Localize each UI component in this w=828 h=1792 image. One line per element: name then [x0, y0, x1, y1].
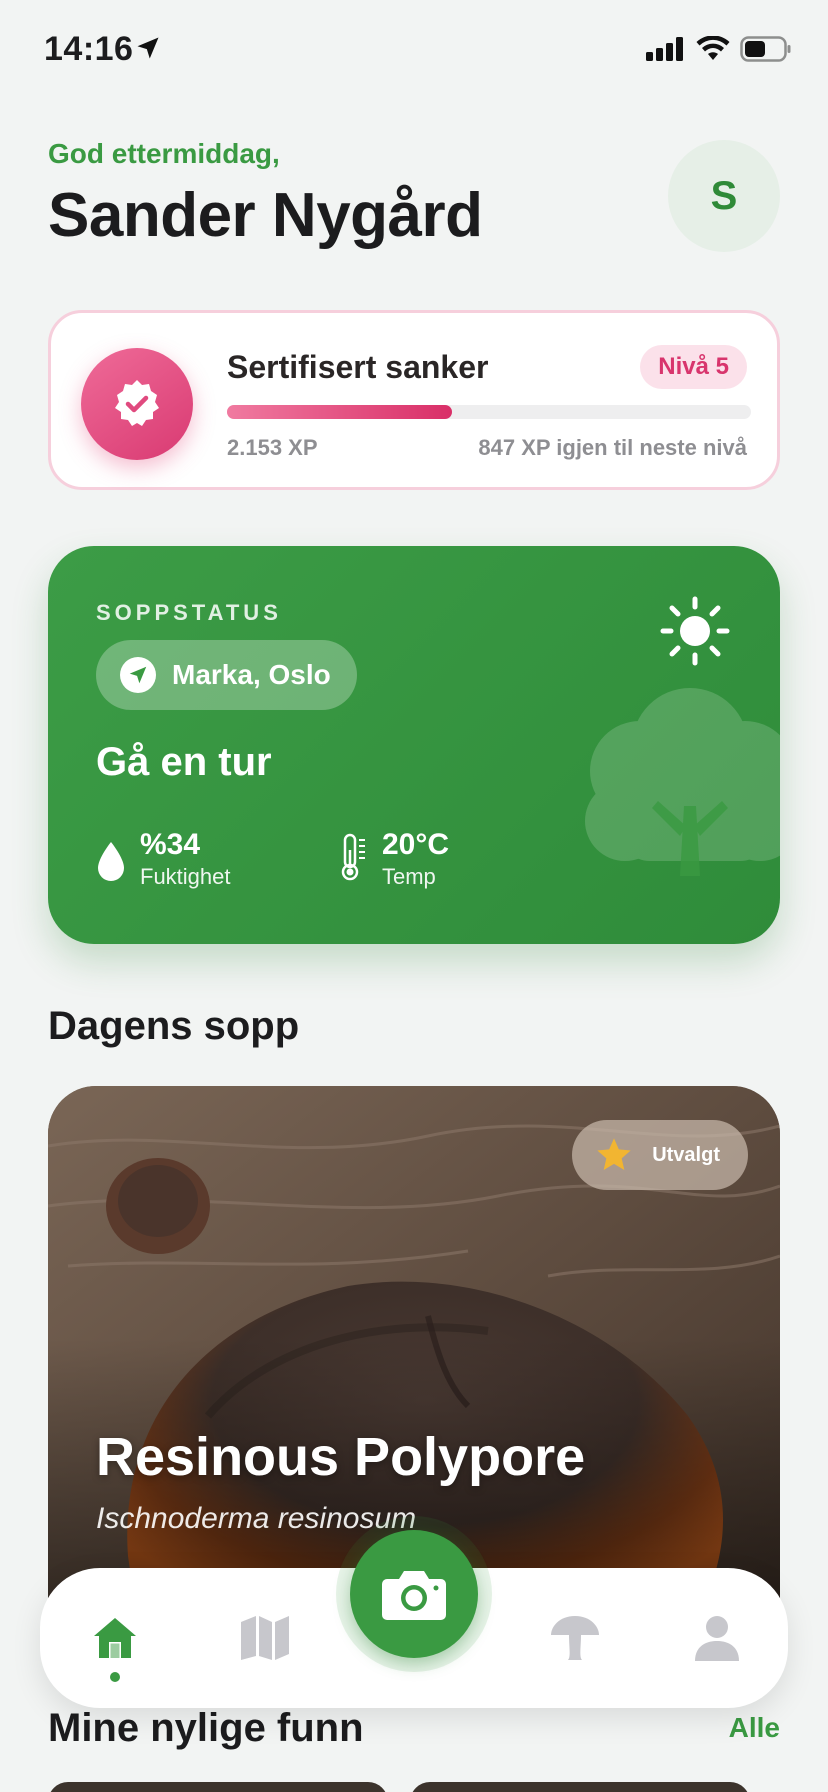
cellular-signal-icon: [646, 37, 683, 61]
star-icon: [597, 1138, 631, 1170]
humidity-label: Fuktighet: [140, 864, 231, 889]
thermometer-icon: [341, 833, 365, 881]
camera-icon: [382, 1571, 446, 1620]
level-badge: Nivå 5: [640, 345, 747, 389]
greeting-text: God ettermiddag,: [48, 138, 280, 169]
humidity-metric: %34 Fuktighet: [96, 828, 231, 892]
xp-current: 2.153 XP: [227, 435, 318, 460]
navigation-arrow-icon: [120, 657, 156, 693]
avatar-initial: S: [710, 173, 738, 218]
person-icon: [695, 1616, 739, 1661]
camera-button[interactable]: [350, 1530, 478, 1658]
featured-badge: Utvalgt: [572, 1120, 748, 1190]
mushroom-name: Resinous Polypore: [96, 1427, 586, 1487]
tab-map[interactable]: [210, 1568, 320, 1708]
humidity-value: %34: [140, 828, 201, 861]
battery-icon: [740, 36, 791, 62]
daily-mushroom-title: Dagens sopp: [48, 1004, 300, 1048]
status-time: 14:16: [44, 30, 134, 68]
recent-find-card[interactable]: [410, 1782, 750, 1792]
xp-remaining: 847 XP igjen til neste nivå: [478, 435, 747, 460]
tab-mushrooms[interactable]: [520, 1568, 630, 1708]
status-bar: 14:16: [0, 0, 828, 100]
level-card[interactable]: Sertifisert sanker Nivå 5 2.153 XP 847 X…: [48, 310, 780, 490]
recent-finds-title: Mine nylige funn: [48, 1706, 364, 1750]
sun-icon: [660, 596, 730, 666]
temperature-value: 20°C: [382, 828, 450, 861]
home-icon: [94, 1618, 136, 1658]
droplet-icon: [98, 842, 124, 881]
home-screen: 14:16 God ettermiddag, Sander Nygård S S…: [0, 0, 828, 1792]
status-icons: [646, 36, 792, 62]
active-tab-indicator: [110, 1672, 120, 1682]
avatar[interactable]: S: [668, 140, 780, 252]
status-eyebrow: SOPPSTATUS: [96, 600, 282, 625]
recent-find-card[interactable]: [48, 1782, 388, 1792]
tab-home[interactable]: [60, 1568, 170, 1708]
mushroom-status-card[interactable]: SOPPSTATUS Marka, Oslo Gå en tur %34 Fuk…: [48, 546, 780, 944]
location-arrow-icon: [137, 37, 159, 59]
location-label: Marka, Oslo: [172, 659, 331, 690]
temperature-metric: 20°C Temp: [338, 828, 449, 892]
wifi-icon: [696, 36, 730, 60]
certified-badge-icon: [81, 348, 193, 460]
tab-profile[interactable]: [662, 1568, 772, 1708]
user-name: Sander Nygård: [48, 181, 483, 250]
tree-illustration-icon: [585, 688, 780, 876]
featured-label: Utvalgt: [652, 1143, 720, 1166]
camera-button-halo: [336, 1516, 492, 1672]
map-icon: [241, 1616, 289, 1660]
xp-progress-bar: [227, 405, 751, 419]
location-selector[interactable]: Marka, Oslo: [96, 640, 357, 710]
level-title: Sertifisert sanker: [227, 349, 489, 385]
xp-progress-fill: [227, 405, 453, 419]
mushroom-icon: [551, 1616, 599, 1660]
temperature-label: Temp: [382, 864, 436, 889]
see-all-link[interactable]: Alle: [729, 1712, 780, 1744]
status-advice: Gå en tur: [96, 740, 272, 784]
